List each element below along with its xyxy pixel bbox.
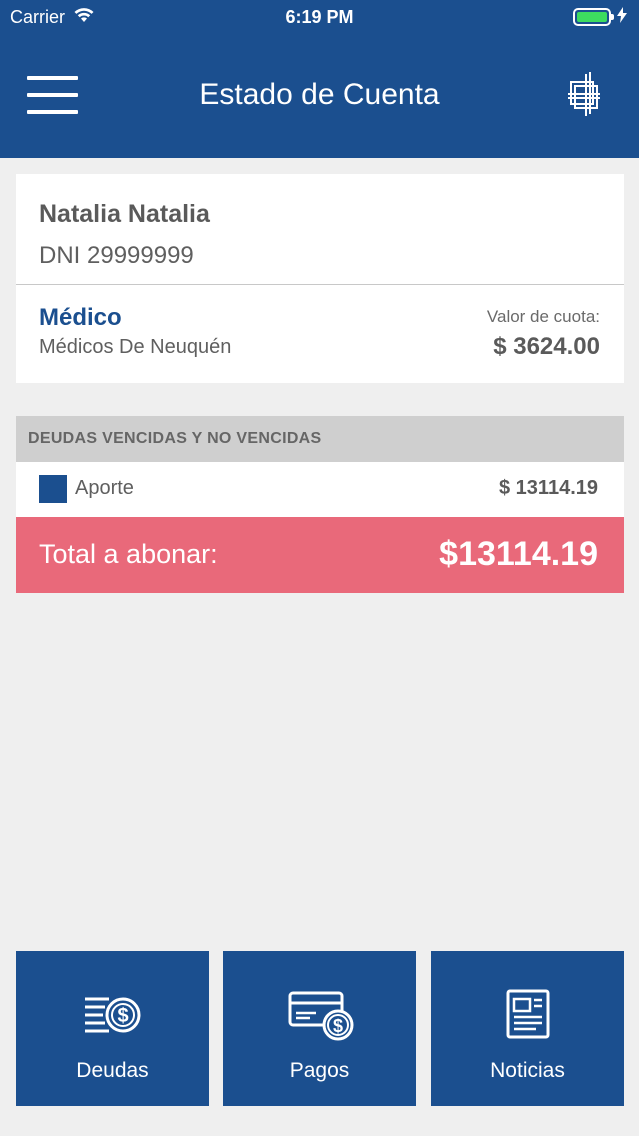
tab-label: Pagos: [289, 1059, 350, 1082]
carrier-label: Carrier: [10, 6, 66, 27]
plan-subtitle: Médicos De Neuquén: [39, 336, 232, 358]
payments-card-icon: $: [223, 987, 416, 1043]
battery-icon: [573, 8, 614, 26]
tab-label: Noticias: [490, 1059, 565, 1082]
tab-label: Deudas: [76, 1059, 149, 1082]
total-value: $13114.19: [439, 535, 598, 573]
status-time: 6:19 PM: [285, 6, 354, 27]
tab-deudas[interactable]: $ Deudas: [16, 951, 209, 1106]
debt-color-swatch: [39, 475, 67, 503]
account-profile-card: Natalia Natalia DNI 29999999 Médico Médi…: [16, 174, 624, 383]
top-header: Carrier 6:19 PM Estado de Cuenta: [0, 0, 639, 158]
tab-pagos[interactable]: $ Pagos: [223, 951, 416, 1106]
charging-bolt-icon: [617, 6, 627, 28]
total-due-bar: Total a abonar: $13114.19: [16, 517, 624, 593]
tab-noticias[interactable]: Noticias: [431, 951, 624, 1106]
profile-dni: DNI 29999999: [39, 242, 194, 269]
news-newspaper-icon: [431, 987, 624, 1043]
svg-text:$: $: [117, 1005, 128, 1027]
fee-label: Valor de cuota:: [486, 307, 600, 326]
total-label: Total a abonar:: [39, 539, 218, 569]
page-title: Estado de Cuenta: [199, 78, 440, 111]
wifi-icon: [73, 7, 95, 28]
debt-item-row[interactable]: Aporte $ 13114.19: [16, 462, 624, 517]
debt-item-amount: $ 13114.19: [499, 477, 598, 499]
app-logo-icon[interactable]: [566, 70, 602, 120]
navigation-bar: Estado de Cuenta: [0, 34, 639, 158]
profile-name: Natalia Natalia: [39, 200, 210, 228]
debt-item-label: Aporte: [75, 477, 134, 499]
plan-title: Médico: [39, 304, 122, 331]
battery-level: [577, 12, 607, 22]
status-bar: Carrier 6:19 PM: [0, 0, 639, 34]
divider: [16, 284, 624, 285]
debts-section-header: DEUDAS VENCIDAS Y NO VENCIDAS: [16, 416, 624, 462]
debts-money-icon: $: [16, 987, 209, 1043]
svg-text:$: $: [332, 1016, 342, 1036]
fee-value: $ 3624.00: [493, 333, 600, 360]
